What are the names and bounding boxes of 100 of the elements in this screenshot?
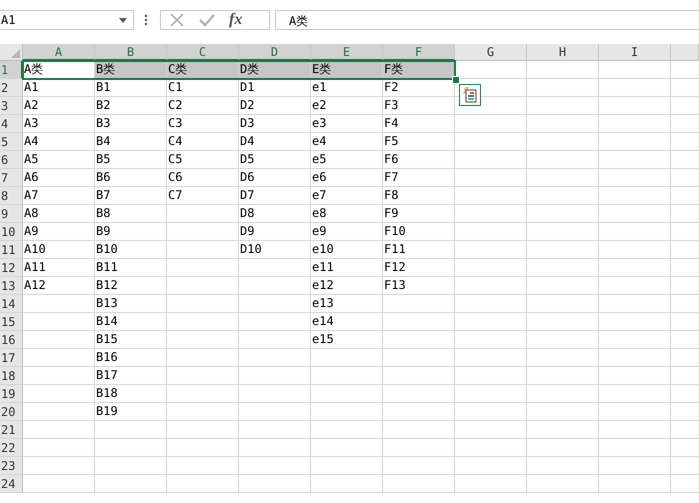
table-cell-text: A11 — [23, 259, 47, 276]
table-cell-text: B13 — [95, 295, 119, 312]
row-header[interactable]: 7 — [0, 169, 23, 187]
table-cell-text: D8 — [239, 205, 256, 222]
table-cell-text: B6 — [95, 169, 112, 186]
table-cell: F类 — [383, 61, 454, 78]
table-cell-text: e8 — [311, 205, 328, 222]
row-header[interactable]: 12 — [0, 259, 23, 277]
column-header[interactable]: E — [311, 44, 383, 61]
table-cell-text: B7 — [95, 187, 112, 204]
row-header[interactable]: 20 — [0, 403, 23, 421]
table-cell-text: B2 — [95, 97, 112, 114]
table-cell-text: B16 — [95, 349, 119, 366]
row-header[interactable]: 9 — [0, 205, 23, 223]
row-header[interactable]: 17 — [0, 349, 23, 367]
table-cell-text: D5 — [239, 151, 256, 168]
row-header[interactable]: 3 — [0, 97, 23, 115]
table-cell-text: e5 — [311, 151, 328, 168]
table-cell-text: A8 — [23, 205, 40, 222]
column-header[interactable] — [671, 44, 699, 61]
name-box[interactable]: A1 — [0, 10, 134, 30]
table-cell-text: B9 — [95, 223, 112, 240]
table-cell-text: B8 — [95, 205, 112, 222]
column-header[interactable]: B — [95, 44, 167, 61]
row-header[interactable]: 21 — [0, 421, 23, 439]
row-header[interactable]: 4 — [0, 115, 23, 133]
column-header[interactable]: A — [23, 44, 95, 61]
table-cell-text: e14 — [311, 313, 335, 330]
table-cell: C类 — [167, 61, 238, 78]
row-header[interactable]: 19 — [0, 385, 23, 403]
table-cell-text: B12 — [95, 277, 119, 294]
column-header[interactable]: H — [527, 44, 599, 61]
row-header[interactable]: 13 — [0, 277, 23, 295]
row-header[interactable]: 15 — [0, 313, 23, 331]
table-cell-text: e13 — [311, 295, 335, 312]
table-cell-text: B11 — [95, 259, 119, 276]
row-header[interactable]: 8 — [0, 187, 23, 205]
table-cell-text: e7 — [311, 187, 328, 204]
row-header[interactable]: 6 — [0, 151, 23, 169]
select-all-corner[interactable] — [0, 44, 23, 61]
table-cell-text: B17 — [95, 367, 119, 384]
table-cell-text: F11 — [383, 241, 407, 258]
table-cell-text: e2 — [311, 97, 328, 114]
table-cell-text: C2 — [167, 97, 184, 114]
row-header[interactable]: 24 — [0, 475, 23, 493]
row-header[interactable]: 14 — [0, 295, 23, 313]
column-header[interactable]: I — [599, 44, 671, 61]
column-header[interactable]: F — [383, 44, 455, 61]
quick-analysis-button[interactable] — [459, 84, 481, 106]
table-cell-text: B10 — [95, 241, 119, 258]
table-cell-text: F10 — [383, 223, 407, 240]
table-cell-text: B4 — [95, 133, 112, 150]
table-cell-text: F6 — [383, 151, 400, 168]
insert-function-button[interactable]: fx — [229, 11, 242, 29]
formula-field[interactable]: A类 — [275, 10, 699, 30]
column-header[interactable]: G — [455, 44, 527, 61]
table-cell-text: e9 — [311, 223, 328, 240]
table-cell-text: A12 — [23, 277, 47, 294]
table-cell-text: F7 — [383, 169, 400, 186]
table-cell-text: e6 — [311, 169, 328, 186]
table-cell-text: F2 — [383, 79, 400, 96]
table-cell-text: A10 — [23, 241, 47, 258]
table-cell-text: B1 — [95, 79, 112, 96]
table-cell-text: B3 — [95, 115, 112, 132]
row-header[interactable]: 2 — [0, 79, 23, 97]
table-cell-text: F12 — [383, 259, 407, 276]
table-cell-text: F13 — [383, 277, 407, 294]
column-header[interactable]: D — [239, 44, 311, 61]
table-cell-text: e1 — [311, 79, 328, 96]
table-cell-text: e15 — [311, 331, 335, 348]
table-cell-text: e4 — [311, 133, 328, 150]
row-header[interactable]: 18 — [0, 367, 23, 385]
table-cell-text: e11 — [311, 259, 335, 276]
corner-triangle-icon[interactable] — [11, 49, 20, 58]
row-header[interactable]: 1 — [0, 61, 23, 79]
table-cell-text: C6 — [167, 169, 184, 186]
table-cell: D类 — [239, 61, 310, 78]
table-cell-text: D6 — [239, 169, 256, 186]
table-cell-text: F5 — [383, 133, 400, 150]
dropdown-caret-icon[interactable] — [119, 18, 127, 22]
table-cell-text: B14 — [95, 313, 119, 330]
table-cell-text: A1 — [23, 79, 40, 96]
row-header[interactable]: 22 — [0, 439, 23, 457]
row-header[interactable]: 10 — [0, 223, 23, 241]
row-header[interactable]: 16 — [0, 331, 23, 349]
table-cell-text: D3 — [239, 115, 256, 132]
row-header[interactable]: 5 — [0, 133, 23, 151]
table-cell-text: F8 — [383, 187, 400, 204]
table-cell-text: B5 — [95, 151, 112, 168]
row-header[interactable]: 11 — [0, 241, 23, 259]
table-cell-text: C5 — [167, 151, 184, 168]
table-cell: E类 — [311, 61, 382, 78]
more-options-icon[interactable] — [144, 14, 148, 26]
table-cell-text: A5 — [23, 151, 40, 168]
table-cell-text: A6 — [23, 169, 40, 186]
fill-handle[interactable] — [452, 76, 460, 84]
table-cell-text: F3 — [383, 97, 400, 114]
column-header[interactable]: C — [167, 44, 239, 61]
row-header[interactable]: 23 — [0, 457, 23, 475]
table-cell-text: F4 — [383, 115, 400, 132]
